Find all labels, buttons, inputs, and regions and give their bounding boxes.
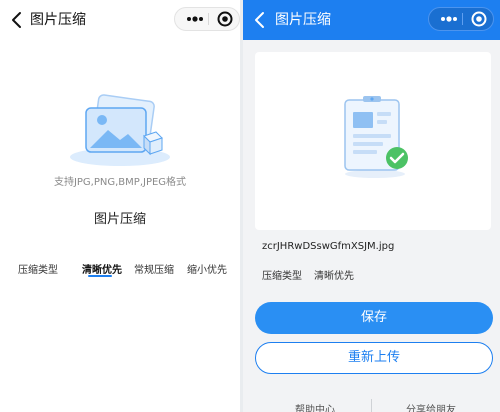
- feature-title: 图片压缩: [93, 212, 146, 227]
- option-clarity-first[interactable]: 清晰优先: [82, 261, 122, 276]
- file-name: zcrJHRwDSswGfmXSJM.jpg: [262, 241, 395, 252]
- document-check-icon: [344, 96, 408, 178]
- supported-formats-hint: 支持JPG,PNG,BMP,JPEG格式: [53, 177, 187, 188]
- close-target-icon[interactable]: [215, 10, 235, 28]
- nav-bar: 图片压缩: [0, 0, 240, 40]
- selected-option-indicator: [88, 275, 112, 277]
- chevron-left-icon[interactable]: [8, 9, 26, 31]
- capsule-divider: [208, 13, 209, 25]
- compress-select-screen: 图片压缩 支持JPG,PNG,BMP,JPEG格式 图片压缩 压缩类型 清晰优先…: [0, 0, 240, 412]
- capsule-divider: [462, 13, 463, 25]
- more-dots-icon[interactable]: [181, 8, 209, 30]
- compress-type-label: 压缩类型: [18, 265, 58, 276]
- save-button[interactable]: 保存: [255, 302, 493, 334]
- compress-result-screen: 图片压缩 zcrJHRwDSswGfmXSJM.jpg 压缩类型 清晰优先 保存…: [243, 0, 500, 412]
- mini-program-capsule: [174, 7, 240, 31]
- reupload-button[interactable]: 重新上传: [255, 342, 493, 374]
- help-center-link[interactable]: 帮助中心: [295, 401, 335, 412]
- compress-type-label: 压缩类型: [262, 271, 302, 282]
- option-shrink-first[interactable]: 缩小优先: [187, 261, 227, 276]
- footer-divider: [371, 399, 372, 412]
- page-title: 图片压缩: [275, 12, 331, 28]
- chevron-left-icon[interactable]: [251, 9, 269, 31]
- page-title: 图片压缩: [30, 12, 86, 28]
- image-preview-card: [255, 52, 491, 230]
- compress-type-value: 清晰优先: [314, 271, 354, 282]
- close-target-icon[interactable]: [469, 10, 489, 28]
- share-friend-link[interactable]: 分享给朋友: [406, 401, 456, 412]
- more-dots-icon[interactable]: [435, 8, 463, 30]
- image-photo-icon[interactable]: [62, 94, 182, 174]
- option-normal-compress[interactable]: 常规压缩: [134, 261, 174, 276]
- mini-program-capsule: [428, 7, 494, 31]
- nav-bar: 图片压缩: [243, 0, 500, 40]
